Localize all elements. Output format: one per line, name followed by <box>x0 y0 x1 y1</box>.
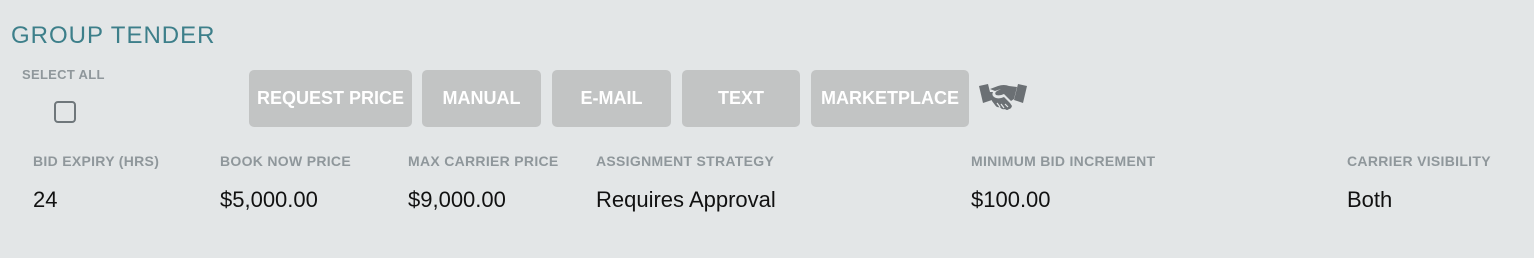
select-all-checkbox[interactable] <box>54 101 76 123</box>
minimum-bid-increment-value: $100.00 <box>971 187 1051 212</box>
text-button[interactable]: TEXT <box>682 70 800 127</box>
max-carrier-price-value: $9,000.00 <box>408 187 506 212</box>
email-button[interactable]: E-MAIL <box>552 70 671 127</box>
select-all-label: SELECT ALL <box>22 67 105 82</box>
book-now-price-label: BOOK NOW PRICE <box>220 153 351 169</box>
manual-button[interactable]: MANUAL <box>422 70 541 127</box>
minimum-bid-increment-label: MINIMUM BID INCREMENT <box>971 153 1156 169</box>
carrier-visibility-label: CARRIER VISIBILITY <box>1347 153 1491 169</box>
marketplace-button[interactable]: MARKETPLACE <box>811 70 969 127</box>
assignment-strategy-label: ASSIGNMENT STRATEGY <box>596 153 775 169</box>
request-price-button[interactable]: REQUEST PRICE <box>249 70 412 127</box>
bid-expiry-label: BID EXPIRY (HRS) <box>33 153 160 169</box>
bid-expiry-value: 24 <box>33 187 58 212</box>
assignment-strategy-value: Requires Approval <box>596 187 776 212</box>
max-carrier-price-label: MAX CARRIER PRICE <box>408 153 559 169</box>
book-now-price-value: $5,000.00 <box>220 187 318 212</box>
section-title: GROUP TENDER <box>11 22 216 49</box>
carrier-visibility-value: Both <box>1347 187 1393 212</box>
handshake-icon[interactable] <box>978 80 1028 118</box>
